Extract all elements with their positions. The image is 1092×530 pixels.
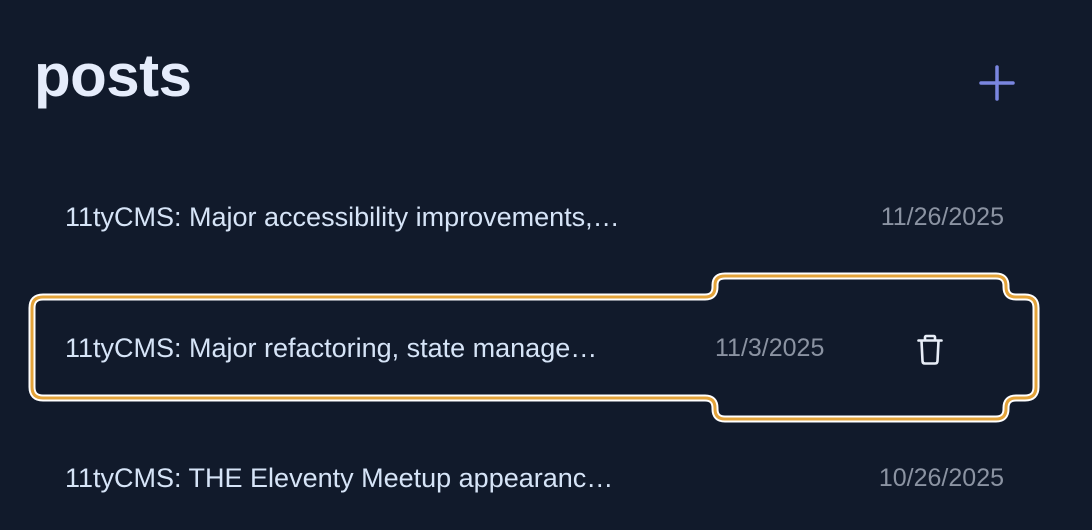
page-title: posts <box>34 42 192 109</box>
post-date: 10/26/2025 <box>878 464 1004 492</box>
post-list-item[interactable]: 11tyCMS: THE Eleventy Meetup appearanc… … <box>0 448 1092 508</box>
post-title-link[interactable]: 11tyCMS: Major refactoring, state manage… <box>65 318 697 378</box>
post-title-link[interactable]: 11tyCMS: THE Eleventy Meetup appearanc… <box>65 448 717 508</box>
delete-post-button[interactable] <box>910 330 950 370</box>
trash-icon <box>917 334 943 365</box>
post-date: 11/3/2025 <box>715 334 825 362</box>
post-list-item[interactable]: 11tyCMS: Major accessibility improvement… <box>0 187 1092 247</box>
plus-icon <box>979 65 1015 101</box>
post-date: 11/26/2025 <box>880 203 1004 231</box>
add-post-button[interactable] <box>976 62 1018 104</box>
post-title-link[interactable]: 11tyCMS: Major accessibility improvement… <box>65 187 725 247</box>
